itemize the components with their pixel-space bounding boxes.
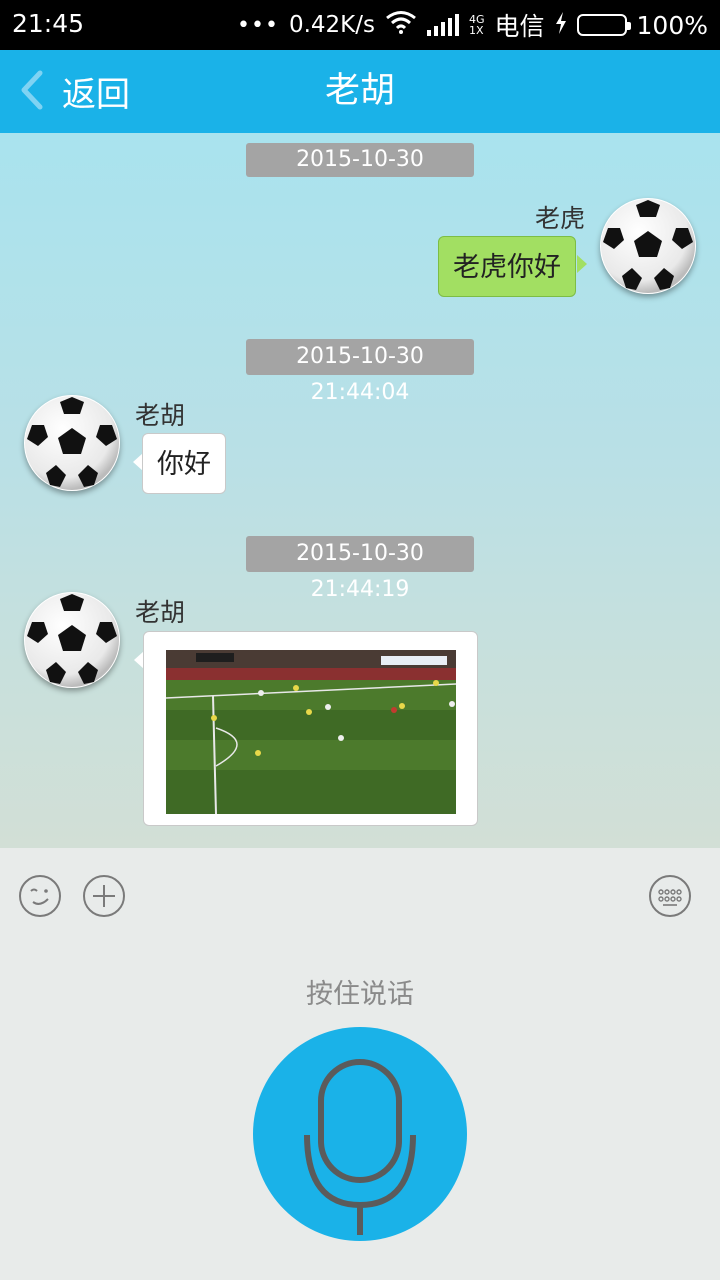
battery-percent: 100% [636, 10, 708, 40]
network-speed: 0.42K/s [288, 12, 375, 38]
carrier-name: 电信 [494, 12, 545, 41]
sender-name: 老胡 [135, 401, 186, 430]
emoji-button[interactable] [18, 874, 62, 918]
sender-name: 老虎 [534, 204, 585, 233]
message-timestamp: 2015-10-30 21:44:04 [246, 339, 474, 405]
hold-to-talk-button[interactable] [253, 1027, 467, 1241]
status-indicators: ••• 0.42K/s 4G 1X 电信 100% [237, 9, 708, 42]
network-type-bottom: 1X [468, 24, 484, 37]
keyboard-toggle-button[interactable] [648, 874, 692, 918]
status-bar: 21:45 ••• 0.42K/s 4G 1X 电信 100% [0, 0, 720, 50]
back-button[interactable]: 返回 [18, 50, 130, 133]
soccer-ball-icon [25, 593, 119, 687]
network-type: 4G 1X [469, 14, 485, 36]
add-button[interactable] [82, 874, 126, 918]
battery-icon [576, 14, 631, 36]
chevron-left-icon [18, 70, 44, 114]
avatar[interactable] [24, 395, 120, 491]
hold-to-talk-label: 按住说话 [306, 979, 414, 1010]
soccer-match-photo [166, 650, 456, 814]
bubble-tail [577, 255, 587, 273]
emoji-icon [19, 875, 61, 917]
avatar[interactable] [24, 592, 120, 688]
charging-icon [555, 11, 567, 40]
microphone-icon [304, 1059, 416, 1235]
sender-name: 老胡 [135, 598, 186, 627]
message-bubble[interactable]: 你好 [142, 433, 226, 494]
status-dots: ••• [237, 12, 279, 38]
back-label: 返回 [62, 75, 130, 115]
plus-icon [83, 875, 125, 917]
voice-input-panel: 按住说话 [0, 848, 720, 1280]
wifi-icon [385, 10, 417, 40]
message-bubble[interactable]: 老虎你好 [438, 236, 576, 297]
signal-icon [426, 14, 459, 36]
avatar[interactable] [600, 198, 696, 294]
soccer-ball-icon [25, 396, 119, 490]
keyboard-icon [649, 875, 691, 917]
message-timestamp: 2015-10-30 21:44:19 [246, 536, 474, 602]
soccer-ball-icon [601, 199, 695, 293]
status-time: 21:45 [12, 9, 85, 38]
image-message-bubble[interactable] [143, 631, 478, 826]
chat-messages[interactable]: 2015-10-30 21:43:57 老虎 老虎你好 2015-10-30 2… [0, 133, 720, 848]
message-timestamp: 2015-10-30 21:43:57 [246, 143, 474, 177]
title-bar: 返回 老胡 [0, 50, 720, 133]
